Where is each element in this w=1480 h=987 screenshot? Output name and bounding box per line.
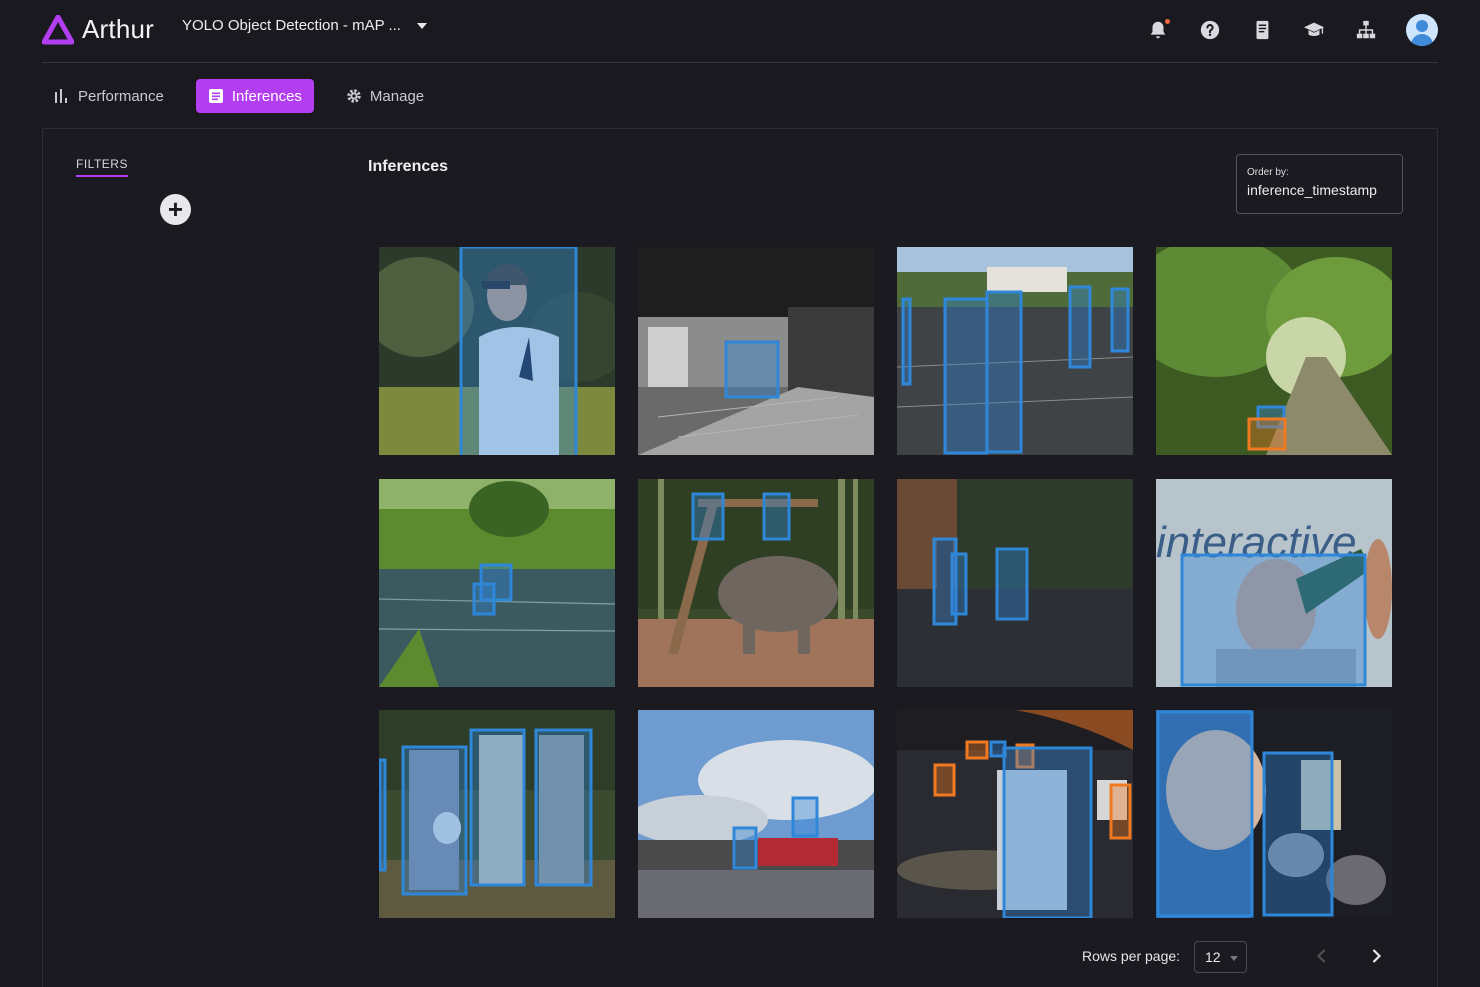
inference-thumbnail[interactable] (379, 479, 615, 687)
add-filter-button[interactable]: + (160, 194, 191, 225)
top-bar: Arthur YOLO Object Detection - mAP ... (0, 0, 1480, 62)
order-by-select[interactable]: Order by: inference_timestamp (1236, 154, 1403, 214)
tab-manage[interactable]: Manage (334, 79, 436, 113)
tab-inferences[interactable]: Inferences (195, 79, 314, 113)
inference-thumbnail[interactable] (638, 479, 874, 687)
inferences-title: Inferences (368, 158, 449, 175)
notification-dot (1165, 19, 1170, 24)
rows-per-page-select[interactable]: 12 (1194, 941, 1247, 973)
model-tabs: Performance Inferences Manage (42, 79, 436, 113)
next-page-button[interactable] (1366, 946, 1386, 966)
bell-icon[interactable] (1146, 18, 1170, 42)
tab-manage-label: Manage (369, 87, 425, 105)
help-icon[interactable] (1198, 18, 1222, 42)
inference-thumbnail[interactable] (638, 247, 874, 455)
previous-page-button[interactable] (1312, 946, 1332, 966)
gear-icon (346, 88, 362, 104)
inference-thumbnail[interactable] (638, 710, 874, 918)
tab-performance-label: Performance (78, 87, 164, 105)
inference-thumbnail[interactable] (379, 247, 615, 455)
plus-icon: + (167, 193, 184, 224)
model-title: YOLO Object Detection - mAP ... (182, 17, 401, 34)
inference-grid: interactive (379, 247, 1392, 919)
inference-thumbnail[interactable] (379, 710, 615, 918)
inference-thumbnail[interactable] (897, 247, 1133, 455)
rows-per-page-value: 12 (1205, 949, 1221, 965)
pagination: Rows per page: 12 (1082, 940, 1394, 974)
academy-icon[interactable] (1302, 18, 1326, 42)
filters-heading: FILTERS (76, 157, 128, 177)
user-avatar[interactable] (1406, 14, 1438, 46)
chevron-right-icon (1372, 949, 1382, 963)
arthur-logo-icon (42, 14, 74, 45)
header-divider (42, 62, 1438, 63)
inference-thumbnail[interactable] (1156, 710, 1392, 918)
arthur-logo[interactable]: Arthur (42, 14, 154, 45)
tab-performance[interactable]: Performance (42, 79, 176, 113)
inference-thumbnail[interactable] (897, 479, 1133, 687)
chevron-down-icon (416, 22, 427, 29)
model-selector[interactable]: YOLO Object Detection - mAP ... (182, 17, 427, 34)
chevron-left-icon (1316, 949, 1326, 963)
chevron-down-icon (1230, 956, 1238, 961)
inference-thumbnail[interactable] (897, 710, 1133, 918)
rows-per-page-label: Rows per page: (1082, 948, 1181, 964)
list-icon (208, 88, 224, 104)
org-chart-icon[interactable] (1354, 18, 1378, 42)
order-by-value: inference_timestamp (1247, 182, 1377, 198)
bar-chart-icon (54, 88, 70, 104)
inference-thumbnail[interactable]: interactive (1156, 479, 1392, 687)
inference-thumbnail[interactable] (1156, 247, 1392, 455)
order-by-label: Order by: (1247, 167, 1289, 178)
app-name: Arthur (82, 14, 155, 44)
tab-inferences-label: Inferences (231, 87, 302, 105)
docs-icon[interactable] (1250, 18, 1274, 42)
